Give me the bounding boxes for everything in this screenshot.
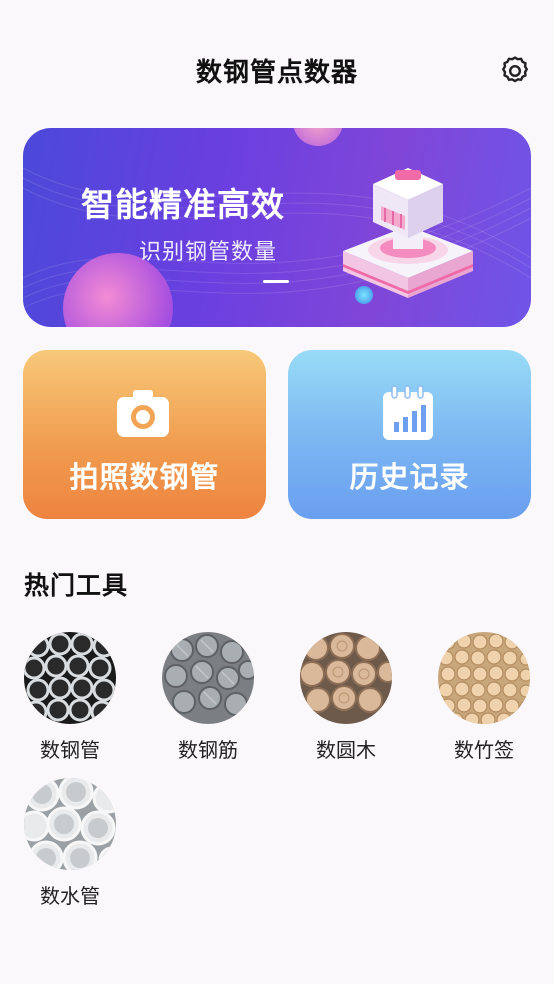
page-title: 数钢管点数器 <box>195 58 358 88</box>
camera-icon <box>117 390 169 437</box>
banner-divider <box>263 280 289 283</box>
bamboo-sticks-image <box>438 632 530 724</box>
history-label: 历史记录 <box>349 460 470 494</box>
history-button[interactable]: 历史记录 <box>288 350 531 519</box>
tool-steel-pipes[interactable]: 数钢管 <box>20 632 120 772</box>
tool-water-pipes[interactable]: 数水管 <box>20 778 120 918</box>
tool-logs[interactable]: 数圆木 <box>296 632 396 772</box>
tool-rebar[interactable]: 数钢筋 <box>158 632 258 772</box>
tool-bamboo-sticks[interactable]: 数竹签 <box>434 632 534 772</box>
tool-label: 数钢筋 <box>178 738 238 762</box>
banner-title: 智能精准高效 <box>81 185 285 224</box>
tool-label: 数水管 <box>40 884 100 908</box>
banner-subtitle: 识别钢管数量 <box>139 240 278 265</box>
steel-pipes-image <box>24 632 116 724</box>
water-pipes-image <box>24 778 116 870</box>
take-photo-button[interactable]: 拍照数钢管 <box>23 350 266 519</box>
take-photo-label: 拍照数钢管 <box>69 460 220 494</box>
tool-label: 数圆木 <box>316 738 376 762</box>
section-title: 热门工具 <box>24 571 129 600</box>
promo-banner[interactable]: 智能精准高效 识别钢管数量 <box>23 128 531 327</box>
tool-label: 数竹签 <box>454 738 514 762</box>
app-header: 数钢管点数器 <box>0 0 554 128</box>
calendar-chart-icon <box>383 385 433 440</box>
logs-image <box>300 632 392 724</box>
gear-icon[interactable] <box>498 54 532 88</box>
rebar-image <box>162 632 254 724</box>
tool-label: 数钢管 <box>40 738 100 762</box>
scanner-illustration <box>343 168 473 298</box>
